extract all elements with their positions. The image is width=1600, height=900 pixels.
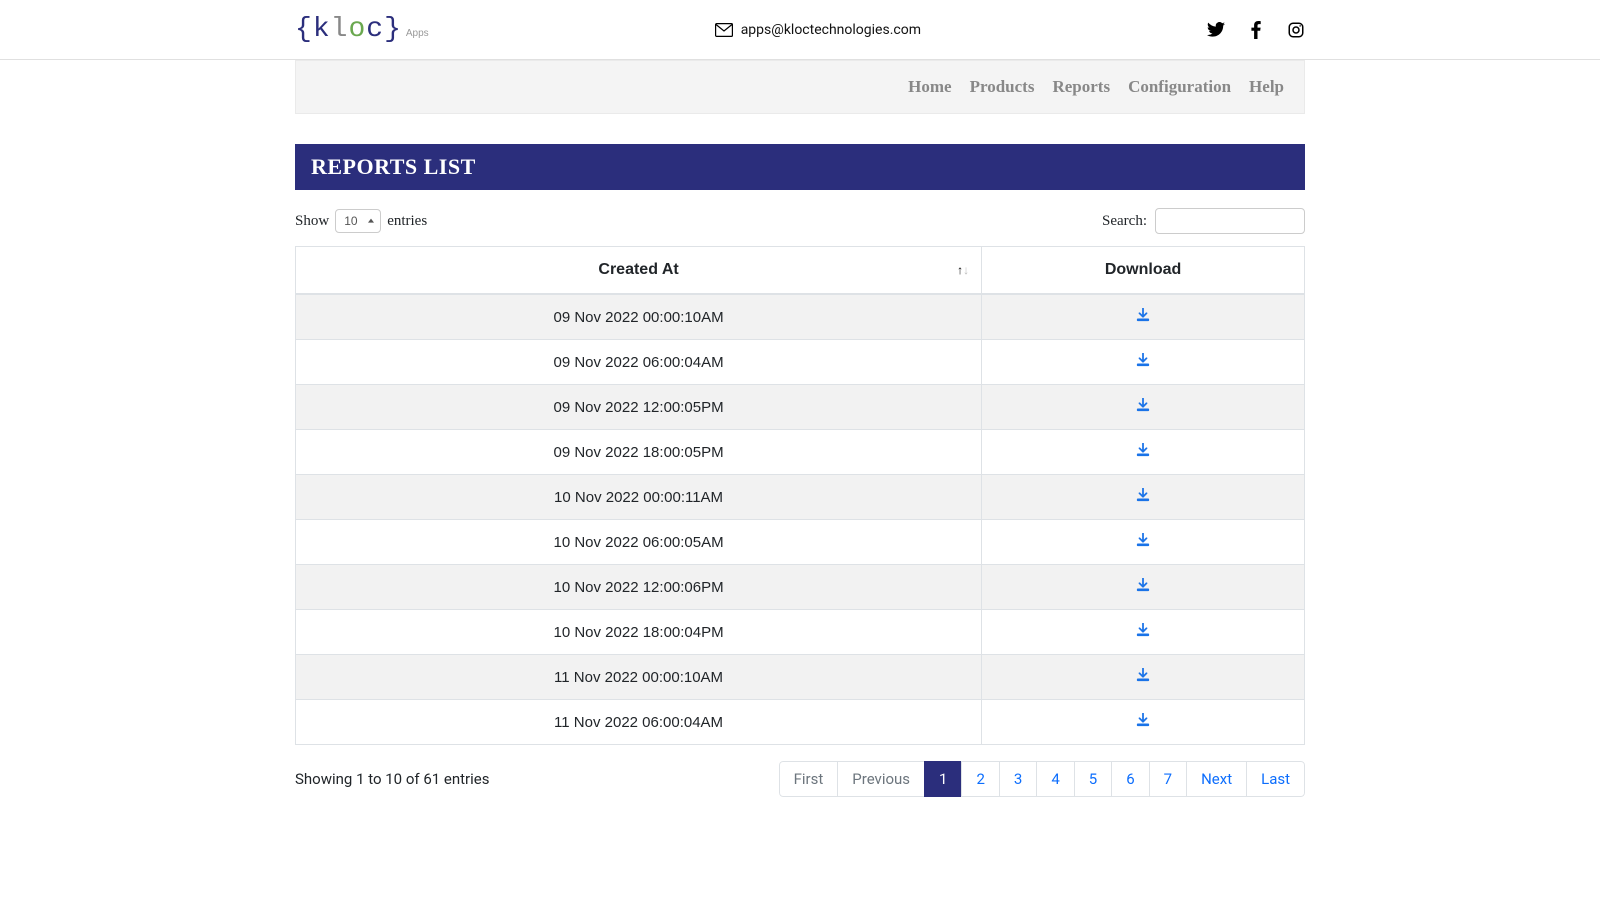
table-row: 09 Nov 2022 12:00:05PM [296,385,1305,430]
page-next[interactable]: Next [1186,761,1247,797]
cell-download [982,475,1305,520]
table-footer: Showing 1 to 10 of 61 entries FirstPrevi… [295,745,1305,813]
show-label-left: Show [295,213,329,230]
table-row: 10 Nov 2022 00:00:11AM [296,475,1305,520]
cell-created-at: 09 Nov 2022 18:00:05PM [296,430,982,475]
twitter-icon[interactable] [1207,22,1225,37]
page-7[interactable]: 7 [1149,761,1187,797]
download-icon[interactable] [1136,669,1150,686]
download-icon[interactable] [1136,534,1150,551]
cell-download [982,700,1305,745]
cell-created-at: 09 Nov 2022 12:00:05PM [296,385,982,430]
table-row: 09 Nov 2022 00:00:10AM [296,294,1305,340]
cell-download [982,520,1305,565]
nav-link-products[interactable]: Products [970,77,1035,97]
table-row: 11 Nov 2022 00:00:10AM [296,655,1305,700]
contact-email[interactable]: apps@kloctechnologies.com [429,22,1207,38]
email-text: apps@kloctechnologies.com [741,22,921,38]
show-label-right: entries [387,213,427,230]
page-2[interactable]: 2 [961,761,999,797]
nav-link-configuration[interactable]: Configuration [1128,77,1231,97]
top-bar: {kloc}Apps apps@kloctechnologies.com [0,0,1600,60]
cell-download [982,294,1305,340]
reports-table: Created At ↑↓ Download 09 Nov 2022 00:00… [295,246,1305,745]
page-6[interactable]: 6 [1111,761,1149,797]
page-3[interactable]: 3 [999,761,1037,797]
download-icon[interactable] [1136,354,1150,371]
page-size-select[interactable]: 10 [335,209,381,233]
download-icon[interactable] [1136,579,1150,596]
col-created-at[interactable]: Created At ↑↓ [296,247,982,295]
table-row: 09 Nov 2022 06:00:04AM [296,340,1305,385]
cell-created-at: 10 Nov 2022 18:00:04PM [296,610,982,655]
cell-download [982,655,1305,700]
table-row: 10 Nov 2022 06:00:05AM [296,520,1305,565]
cell-created-at: 10 Nov 2022 06:00:05AM [296,520,982,565]
page-1[interactable]: 1 [924,761,962,797]
table-row: 11 Nov 2022 06:00:04AM [296,700,1305,745]
page-prev: Previous [837,761,925,797]
logo[interactable]: {kloc}Apps [295,14,429,45]
pagination: FirstPrevious1234567NextLast [779,761,1305,797]
cell-download [982,610,1305,655]
nav-link-help[interactable]: Help [1249,77,1284,97]
cell-created-at: 09 Nov 2022 00:00:10AM [296,294,982,340]
cell-created-at: 10 Nov 2022 00:00:11AM [296,475,982,520]
cell-download [982,385,1305,430]
social-links [1207,21,1305,39]
download-icon[interactable] [1136,399,1150,416]
download-icon[interactable] [1136,309,1150,326]
cell-download [982,565,1305,610]
nav-link-reports[interactable]: Reports [1052,77,1110,97]
cell-created-at: 09 Nov 2022 06:00:04AM [296,340,982,385]
search-input[interactable] [1155,208,1305,234]
table-row: 09 Nov 2022 18:00:05PM [296,430,1305,475]
download-icon[interactable] [1136,489,1150,506]
page-first: First [779,761,839,797]
nav-bar: Home Products Reports Configuration Help [295,60,1305,114]
cell-created-at: 11 Nov 2022 00:00:10AM [296,655,982,700]
cell-created-at: 10 Nov 2022 12:00:06PM [296,565,982,610]
cell-download [982,340,1305,385]
page-5[interactable]: 5 [1074,761,1112,797]
table-row: 10 Nov 2022 18:00:04PM [296,610,1305,655]
nav-link-home[interactable]: Home [908,77,951,97]
download-icon[interactable] [1136,624,1150,641]
logo-apps-suffix: Apps [406,28,429,39]
cell-download [982,430,1305,475]
entries-info: Showing 1 to 10 of 61 entries [295,770,489,788]
download-icon[interactable] [1136,714,1150,731]
page-last[interactable]: Last [1246,761,1305,797]
table-row: 10 Nov 2022 12:00:06PM [296,565,1305,610]
cell-created-at: 11 Nov 2022 06:00:04AM [296,700,982,745]
table-controls: Show 10 entries Search: [295,190,1305,246]
facebook-icon[interactable] [1251,21,1261,39]
mail-icon [715,23,733,37]
page-4[interactable]: 4 [1036,761,1074,797]
col-download[interactable]: Download [982,247,1305,295]
instagram-icon[interactable] [1287,21,1305,39]
search-label: Search: [1102,213,1147,230]
download-icon[interactable] [1136,444,1150,461]
page-title: REPORTS LIST [295,144,1305,190]
sort-icon: ↑↓ [957,263,969,277]
